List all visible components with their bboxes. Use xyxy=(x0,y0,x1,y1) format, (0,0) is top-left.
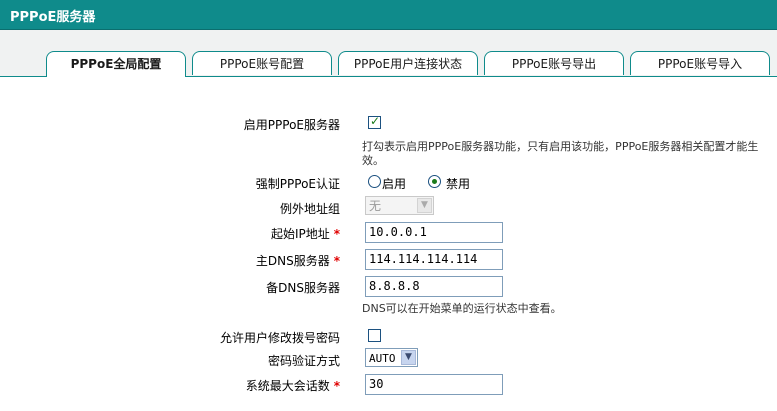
tab-global-config[interactable]: PPPoE全局配置 xyxy=(46,51,186,77)
secondary-dns-label: 备DNS服务器 xyxy=(266,281,340,295)
force-auth-label: 强制PPPoE认证 xyxy=(255,177,340,191)
required-mark: * xyxy=(333,379,340,393)
auth-method-value: AUTO xyxy=(369,352,396,365)
force-auth-disable-radio[interactable] xyxy=(428,175,441,188)
start-ip-label: 起始IP地址 * xyxy=(271,225,340,242)
auth-method-select[interactable]: AUTO ▼ xyxy=(365,348,418,367)
exception-group-value: 无 xyxy=(369,199,382,213)
start-ip-input[interactable]: 10.0.0.1 xyxy=(365,222,503,243)
row-primary-dns: 主DNS服务器 * 114.114.114.114 xyxy=(0,248,777,272)
force-auth-enable-radio[interactable] xyxy=(368,175,381,188)
tab-strip: PPPoE全局配置 PPPoE账号配置 PPPoE用户连接状态 PPPoE账号导… xyxy=(0,30,777,77)
title-bar: PPPoE服务器 xyxy=(0,0,777,30)
row-allow-change-password: 允许用户修改拨号密码 xyxy=(0,325,777,349)
row-auth-method: 密码验证方式 AUTO ▼ xyxy=(0,348,777,372)
max-sessions-input[interactable]: 30 xyxy=(365,374,503,395)
primary-dns-label-text: 主DNS服务器 xyxy=(255,254,330,268)
secondary-dns-input[interactable]: 8.8.8.8 xyxy=(365,276,503,297)
required-mark: * xyxy=(333,254,340,268)
force-auth-disable-label: 禁用 xyxy=(446,177,471,191)
row-enable-server: 启用PPPoE服务器 ✓ xyxy=(0,112,777,136)
force-auth-enable-label: 启用 xyxy=(382,177,407,191)
form-content: 启用PPPoE服务器 ✓ 打勾表示启用PPPoE服务器功能，只有启用该功能，PP… xyxy=(0,77,777,411)
enable-server-checkbox[interactable]: ✓ xyxy=(368,114,381,129)
enable-server-hint: 打勾表示启用PPPoE服务器功能，只有启用该功能，PPPoE服务器相关配置才能生… xyxy=(362,140,759,167)
exception-group-select[interactable]: 无 ▼ xyxy=(365,196,434,215)
row-start-ip: 起始IP地址 * 10.0.0.1 xyxy=(0,221,777,245)
row-secondary-dns: 备DNS服务器 8.8.8.8 xyxy=(0,275,777,299)
radio-selected-dot xyxy=(432,179,437,184)
row-max-sessions: 系统最大会话数 * 30 xyxy=(0,373,777,397)
tab-account-config[interactable]: PPPoE账号配置 xyxy=(192,51,332,75)
allow-change-password-checkbox[interactable] xyxy=(368,329,381,342)
start-ip-label-text: 起始IP地址 xyxy=(270,227,330,241)
tab-account-export[interactable]: PPPoE账号导出 xyxy=(484,51,624,75)
max-sessions-label: 系统最大会话数 * xyxy=(246,377,340,394)
tab-account-import[interactable]: PPPoE账号导入 xyxy=(630,51,770,75)
exception-group-label: 例外地址组 xyxy=(279,202,340,216)
primary-dns-label: 主DNS服务器 * xyxy=(256,252,340,269)
auth-method-label: 密码验证方式 xyxy=(267,354,340,368)
page-title: PPPoE服务器 xyxy=(10,10,96,25)
required-mark: * xyxy=(333,227,340,241)
dns-hint: DNS可以在开始菜单的运行状态中查看。 xyxy=(362,302,562,315)
chevron-down-icon: ▼ xyxy=(417,198,432,213)
enable-server-label: 启用PPPoE服务器 xyxy=(243,118,340,132)
allow-change-password-label: 允许用户修改拨号密码 xyxy=(219,331,340,345)
primary-dns-input[interactable]: 114.114.114.114 xyxy=(365,249,503,270)
max-sessions-label-text: 系统最大会话数 xyxy=(245,379,330,393)
tab-user-connection-status[interactable]: PPPoE用户连接状态 xyxy=(338,51,478,75)
row-exception-group: 例外地址组 无 ▼ xyxy=(0,196,777,220)
check-icon: ✓ xyxy=(370,114,381,128)
row-force-auth: 强制PPPoE认证 启用 禁用 xyxy=(0,171,777,195)
chevron-down-icon: ▼ xyxy=(401,350,416,365)
